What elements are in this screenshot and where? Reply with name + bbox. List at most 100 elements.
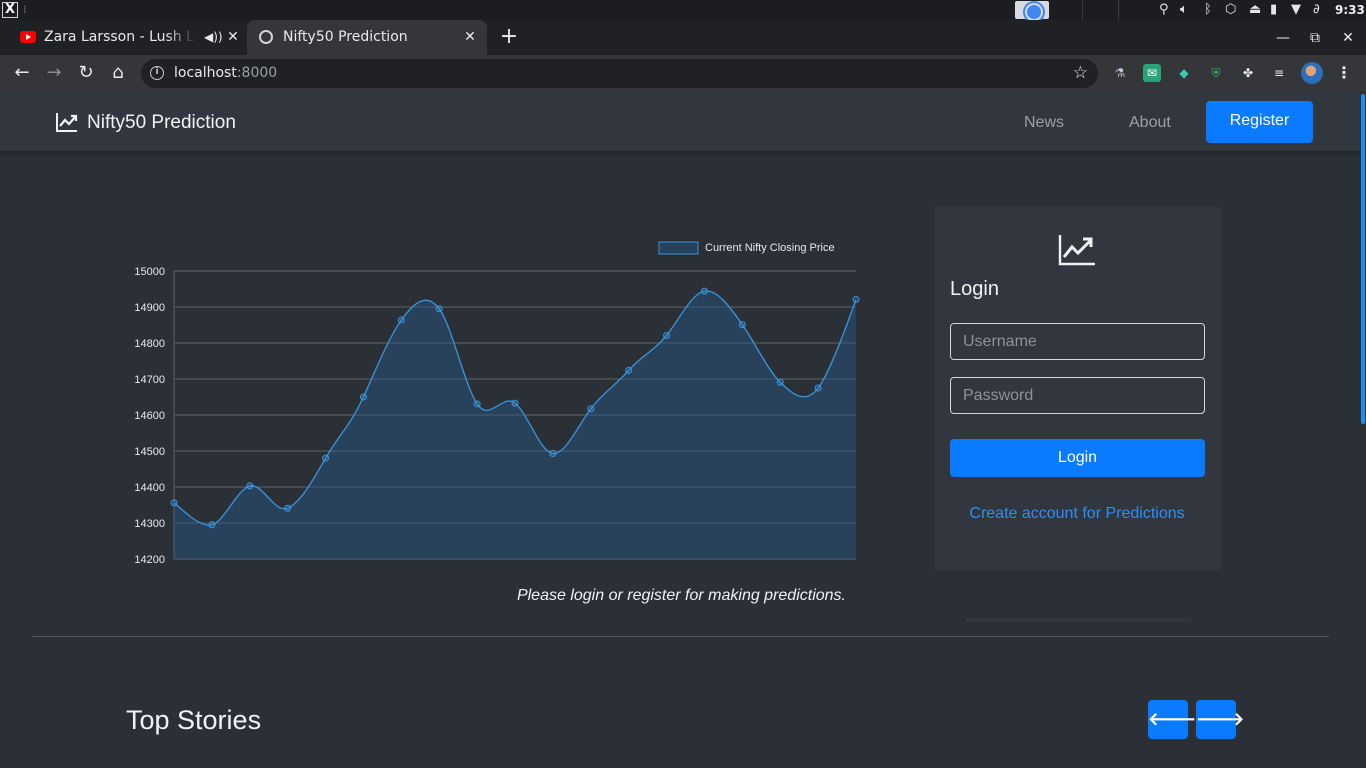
data-point[interactable] [359,393,367,401]
password-input[interactable] [950,377,1205,414]
data-point[interactable] [208,521,216,529]
address-bar[interactable]: i localhost:8000 ☆ [141,59,1098,88]
data-point[interactable] [625,366,633,374]
chart-line-icon [1058,235,1095,266]
section-divider [32,636,1329,637]
site-info-icon[interactable]: i [150,66,164,80]
battery-icon[interactable]: ▮ [1270,1,1277,19]
package-icon[interactable]: ⬡ [1225,1,1236,19]
data-point[interactable] [700,287,708,295]
data-point[interactable] [776,378,784,386]
close-tab-icon[interactable]: ✕ [461,28,479,46]
y-tick-label: 14500 [134,446,165,458]
data-point[interactable] [549,450,557,458]
taskbar-divider [1118,0,1119,20]
y-tick-label: 14300 [134,518,165,530]
profile-avatar[interactable] [1301,62,1323,84]
taskbar-divider [1082,0,1083,20]
y-tick-label: 14600 [134,410,165,422]
wifi-icon[interactable]: ▼ [1291,1,1301,19]
register-button[interactable]: Register [1206,101,1313,143]
arrow-right-icon[interactable]: 🡒 [1196,700,1244,739]
chrome-taskbar-icon[interactable] [1015,1,1049,21]
y-tick-label: 14900 [134,302,165,314]
data-point[interactable] [322,454,330,462]
upload-icon[interactable]: ⏏ [1249,1,1261,19]
card-shadow [965,618,1191,622]
data-point[interactable] [397,316,405,324]
data-point[interactable] [473,400,481,408]
login-button[interactable]: Login [950,439,1205,477]
back-button[interactable]: ← [10,61,34,85]
page-scrollbar[interactable] [1360,92,1366,768]
tab-youtube[interactable]: Zara Larsson - Lush Life ◀)) ✕ [8,20,246,55]
login-title: Login [950,278,999,300]
restore-window-button[interactable]: ⧉ [1305,28,1325,48]
new-tab-button[interactable]: + [498,26,520,48]
url-text[interactable]: localhost:8000 [174,65,277,82]
data-point[interactable] [246,482,254,490]
mail-extension-icon[interactable]: ✉ [1143,64,1161,82]
data-point[interactable] [170,499,178,507]
data-point[interactable] [511,399,519,407]
top-stories-heading: Top Stories [126,705,262,735]
y-tick-label: 15000 [134,266,165,278]
browser-tab-strip: Zara Larsson - Lush Life ◀)) ✕ Nifty50 P… [0,20,1366,55]
os-clock: 9:33 [1335,3,1365,17]
minimize-window-button[interactable]: — [1273,28,1293,48]
media-control-icon[interactable]: ≡ [1270,64,1288,82]
location-icon[interactable]: ⚲ [1159,1,1169,19]
data-point[interactable] [435,305,443,313]
site-navbar: Nifty50 Prediction News About Register [0,92,1360,151]
data-point[interactable] [284,504,292,512]
reload-button[interactable]: ↻ [74,61,98,85]
attachment-icon[interactable]: ∂ [1313,1,1320,19]
extension-3-icon[interactable]: ◆ [1175,64,1193,82]
y-tick-label: 14200 [134,554,165,565]
series-area [174,290,856,559]
create-account-link[interactable]: Create account for Predictions [935,504,1219,524]
extension-1-icon[interactable]: ⚗ [1111,64,1129,82]
nav-news[interactable]: News [1024,113,1064,133]
data-point[interactable] [738,321,746,329]
username-input[interactable] [950,323,1205,360]
audio-playing-icon[interactable]: ◀)) [204,29,223,46]
globe-icon [259,30,273,44]
browser-toolbar: ← → ↻ ⌂ i localhost:8000 ☆ ⚗ ✉ ◆ ⛨ ✤ ≡ ⋮ [0,55,1366,92]
data-point[interactable] [814,384,822,392]
scrollbar-thumb[interactable] [1361,94,1365,424]
login-prompt-text: Please login or register for making pred… [516,587,846,604]
bookmark-star-icon[interactable]: ☆ [1073,63,1088,83]
login-card: Login Login Create account for Predictio… [935,207,1221,570]
legend-swatch [658,241,699,255]
data-point[interactable] [852,295,860,303]
nav-about[interactable]: About [1129,113,1171,133]
nifty-chart: 15000 14900 14800 14700 14600 14500 14400 14300… [115,235,865,565]
os-workspace-separator-icon: ⁞ [23,3,27,16]
browser-menu-icon[interactable]: ⋮ [1336,63,1352,83]
bluetooth-icon[interactable]: ᛒ [1204,1,1212,19]
tab-title: Nifty50 Prediction [283,29,408,45]
y-tick-label: 14800 [134,338,165,350]
brand-name: Nifty50 Prediction [87,112,236,133]
close-window-button[interactable]: ✕ [1338,28,1358,48]
os-top-bar: X ⁞ ⚲ 🔈︎ ᛒ ⬡ ⏏ ▮ ▼ ∂ 9:33 [0,0,1366,21]
shield-extension-icon[interactable]: ⛨ [1207,64,1225,82]
legend-label: Current Nifty Closing Price [705,242,835,254]
url-host: localhost [174,65,237,81]
data-point[interactable] [587,405,595,413]
youtube-icon [20,31,36,43]
url-port: :8000 [236,65,278,81]
forward-button[interactable]: → [42,61,66,85]
y-tick-label: 14400 [134,482,165,494]
tab-nifty50[interactable]: Nifty50 Prediction ✕ [247,20,487,55]
close-tab-icon[interactable]: ✕ [224,28,242,46]
data-point[interactable] [663,331,671,339]
os-menu-icon[interactable]: X [2,2,18,18]
volume-icon[interactable]: 🔈︎ [1180,1,1188,19]
tab-title: Zara Larsson - Lush Life [44,29,196,45]
home-button[interactable]: ⌂ [106,61,130,85]
arrow-left-icon[interactable]: 🡐 [1148,700,1196,739]
web-page: Nifty50 Prediction News About Register 1… [0,92,1366,768]
puzzle-icon[interactable]: ✤ [1239,64,1257,82]
